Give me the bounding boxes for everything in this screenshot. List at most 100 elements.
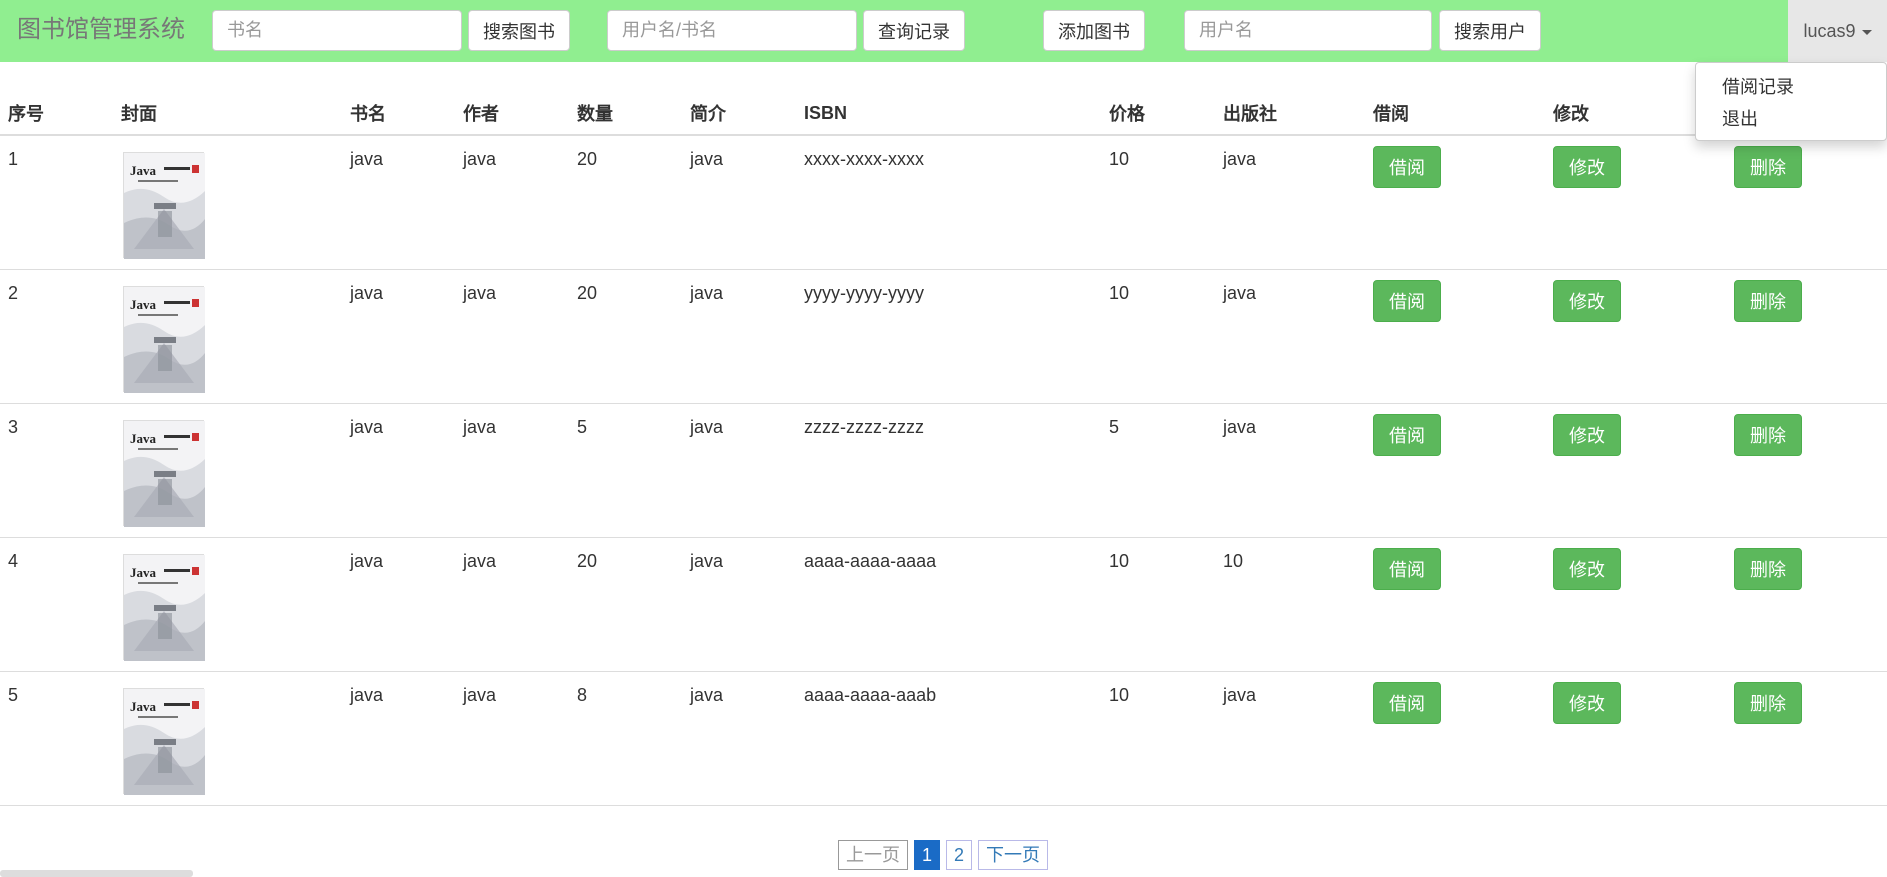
delete-button[interactable]: 删除 bbox=[1734, 681, 1802, 724]
caret-down-icon bbox=[1861, 29, 1872, 35]
header-author: 作者 bbox=[455, 92, 569, 136]
delete-button[interactable]: 删除 bbox=[1734, 279, 1802, 322]
row-author: java bbox=[455, 670, 569, 806]
table-row: 2 Java java java 20 java yyyy-yyyy-yyyy 10 java 借… bbox=[0, 268, 1887, 403]
row-isbn: aaaa-aaaa-aaaa bbox=[796, 536, 1101, 671]
book-cover-image: Java bbox=[123, 419, 205, 527]
row-author: java bbox=[455, 268, 569, 403]
row-cover: Java bbox=[113, 134, 342, 269]
row-publisher: java bbox=[1215, 134, 1365, 269]
row-id: 4 bbox=[0, 536, 113, 671]
header-title: 书名 bbox=[342, 92, 455, 136]
record-search-input[interactable] bbox=[607, 10, 857, 51]
borrow-button[interactable]: 借阅 bbox=[1373, 547, 1441, 590]
edit-button[interactable]: 修改 bbox=[1553, 146, 1621, 188]
menu-item-borrow-records[interactable]: 借阅记录 bbox=[1696, 71, 1886, 103]
row-title: java bbox=[342, 670, 455, 806]
book-cover-image: Java bbox=[123, 553, 205, 661]
book-cover-image: Java bbox=[123, 687, 205, 795]
row-delete-cell: 删除 bbox=[1726, 536, 1887, 671]
header-intro: 简介 bbox=[682, 92, 796, 136]
page-button-1[interactable]: 1 bbox=[914, 840, 941, 870]
row-price: 10 bbox=[1101, 268, 1215, 403]
row-intro: java bbox=[682, 134, 796, 269]
svg-text:Java: Java bbox=[130, 565, 157, 580]
row-intro: java bbox=[682, 670, 796, 806]
row-author: java bbox=[455, 536, 569, 671]
book-search-input[interactable] bbox=[212, 10, 462, 51]
borrow-button[interactable]: 借阅 bbox=[1373, 279, 1441, 322]
search-books-button[interactable]: 搜索图书 bbox=[468, 10, 570, 51]
row-price: 5 bbox=[1101, 402, 1215, 537]
app-brand[interactable]: 图书馆管理系统 bbox=[17, 16, 185, 44]
delete-button[interactable]: 删除 bbox=[1734, 146, 1802, 188]
row-id: 3 bbox=[0, 402, 113, 537]
header-id: 序号 bbox=[0, 92, 113, 136]
header-quantity: 数量 bbox=[569, 92, 682, 136]
pagination: 上一页 1 2 下一页 bbox=[838, 840, 1049, 870]
horizontal-scrollbar[interactable] bbox=[0, 870, 193, 877]
user-dropdown-menu: 借阅记录 退出 bbox=[1695, 62, 1887, 141]
table-row: 5 Java java java 8 java aaaa-aaaa-aaab 10 java 借阅… bbox=[0, 670, 1887, 806]
row-isbn: aaaa-aaaa-aaab bbox=[796, 670, 1101, 806]
svg-text:Java: Java bbox=[130, 297, 157, 312]
book-cover-image: Java bbox=[123, 285, 205, 393]
prev-page-button[interactable]: 上一页 bbox=[838, 840, 908, 870]
search-users-button[interactable]: 搜索用户 bbox=[1439, 10, 1541, 51]
header-isbn: ISBN bbox=[796, 92, 1101, 136]
row-edit-cell: 修改 bbox=[1545, 670, 1726, 806]
row-publisher: java bbox=[1215, 670, 1365, 806]
row-intro: java bbox=[682, 402, 796, 537]
row-publisher: java bbox=[1215, 268, 1365, 403]
edit-button[interactable]: 修改 bbox=[1553, 547, 1621, 590]
borrow-button[interactable]: 借阅 bbox=[1373, 681, 1441, 724]
table-row: 4 Java java java 20 java aaaa-aaaa-aaaa 10 10 借阅修… bbox=[0, 536, 1887, 671]
row-title: java bbox=[342, 134, 455, 269]
header-borrow: 借阅 bbox=[1365, 92, 1545, 136]
edit-button[interactable]: 修改 bbox=[1553, 413, 1621, 456]
menu-item-logout[interactable]: 退出 bbox=[1696, 103, 1886, 135]
svg-text:Java: Java bbox=[130, 699, 157, 714]
row-title: java bbox=[342, 536, 455, 671]
row-edit-cell: 修改 bbox=[1545, 134, 1726, 269]
delete-button[interactable]: 删除 bbox=[1734, 413, 1802, 456]
edit-button[interactable]: 修改 bbox=[1553, 681, 1621, 724]
top-navbar: 图书馆管理系统 搜索图书 查询记录 添加图书 搜索用户 lucas9 bbox=[0, 0, 1887, 62]
row-id: 5 bbox=[0, 670, 113, 806]
row-title: java bbox=[342, 402, 455, 537]
book-cover-image: Java bbox=[123, 152, 205, 259]
row-delete-cell: 删除 bbox=[1726, 268, 1887, 403]
row-cover: Java bbox=[113, 402, 342, 537]
delete-button[interactable]: 删除 bbox=[1734, 547, 1802, 590]
row-delete-cell: 删除 bbox=[1726, 670, 1887, 806]
add-book-button[interactable]: 添加图书 bbox=[1043, 10, 1145, 51]
table-row: 1 Java java java 20 java xxxx-xxxx-xxxx 10 java 借… bbox=[0, 134, 1887, 269]
row-id: 2 bbox=[0, 268, 113, 403]
row-isbn: xxxx-xxxx-xxxx bbox=[796, 134, 1101, 269]
row-intro: java bbox=[682, 268, 796, 403]
user-search-input[interactable] bbox=[1184, 10, 1432, 51]
row-price: 10 bbox=[1101, 134, 1215, 269]
page-button-2[interactable]: 2 bbox=[946, 840, 973, 870]
svg-text:Java: Java bbox=[130, 163, 157, 178]
table-header-row: 序号 封面 书名 作者 数量 简介 ISBN 价格 出版社 借阅 修改 删除 bbox=[0, 92, 1887, 136]
header-cover: 封面 bbox=[113, 92, 342, 136]
row-quantity: 8 bbox=[569, 670, 682, 806]
row-borrow-cell: 借阅 bbox=[1365, 402, 1545, 537]
row-quantity: 20 bbox=[569, 134, 682, 269]
row-cover: Java bbox=[113, 268, 342, 403]
row-edit-cell: 修改 bbox=[1545, 402, 1726, 537]
edit-button[interactable]: 修改 bbox=[1553, 279, 1621, 322]
user-menu-toggle[interactable]: lucas9 bbox=[1788, 0, 1887, 62]
row-author: java bbox=[455, 402, 569, 537]
row-delete-cell: 删除 bbox=[1726, 134, 1887, 269]
row-title: java bbox=[342, 268, 455, 403]
username-label: lucas9 bbox=[1803, 20, 1856, 41]
next-page-button[interactable]: 下一页 bbox=[978, 840, 1049, 870]
row-price: 10 bbox=[1101, 536, 1215, 671]
borrow-button[interactable]: 借阅 bbox=[1373, 413, 1441, 456]
row-author: java bbox=[455, 134, 569, 269]
svg-text:Java: Java bbox=[130, 431, 157, 446]
query-records-button[interactable]: 查询记录 bbox=[863, 10, 965, 51]
borrow-button[interactable]: 借阅 bbox=[1373, 146, 1441, 188]
